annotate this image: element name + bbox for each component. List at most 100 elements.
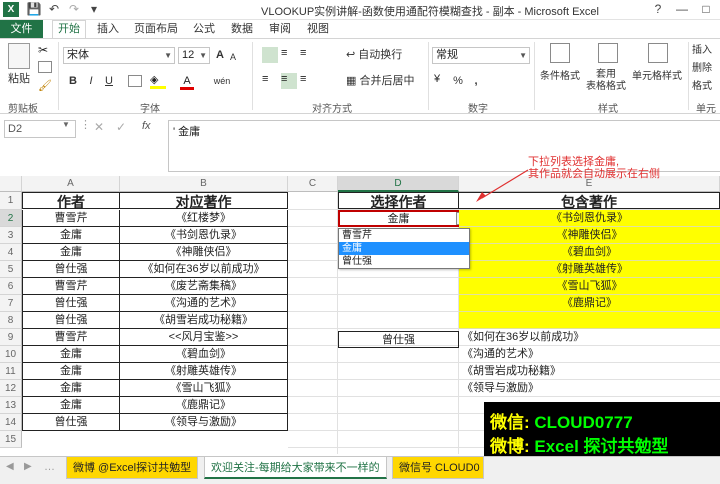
cell-author[interactable]: 曾仕强: [22, 414, 120, 431]
cell-work[interactable]: 《如何在36岁以前成功》: [120, 261, 288, 278]
sheet-tab-1[interactable]: 微博 @Excel探讨共勉型: [66, 457, 199, 479]
row-header[interactable]: 6: [0, 278, 22, 295]
conditional-format-button[interactable]: 条件格式: [538, 69, 582, 86]
cell-d2-author-select[interactable]: 金庸: [338, 210, 459, 227]
font-name-select[interactable]: 宋体 ▼: [63, 47, 175, 64]
cell-author[interactable]: 金庸: [22, 363, 120, 380]
format-cells-button[interactable]: 格式: [692, 79, 720, 96]
grow-font-button[interactable]: A: [214, 47, 226, 64]
cell-work[interactable]: 《射雕英雄传》: [120, 363, 288, 380]
cell-author[interactable]: 曹雪芹: [22, 210, 120, 227]
header-works[interactable]: 对应著作: [120, 192, 288, 209]
cell-result-highlighted[interactable]: 《碧血剑》: [459, 244, 720, 261]
border-icon[interactable]: [128, 75, 142, 87]
cell-result-highlighted[interactable]: 《神雕侠侣》: [459, 227, 720, 244]
format-painter-icon[interactable]: 🖌: [38, 79, 52, 92]
cell-result-highlighted[interactable]: 《鹿鼎记》: [459, 295, 720, 312]
paste-icon[interactable]: [8, 43, 30, 69]
cell-author[interactable]: 金庸: [22, 244, 120, 261]
comma-button[interactable]: ,: [470, 73, 482, 90]
cancel-icon[interactable]: ✕: [94, 120, 104, 134]
align-middle-icon[interactable]: ≡: [281, 47, 297, 63]
tab-insert[interactable]: 插入: [94, 20, 122, 38]
customize-toolbar-icon[interactable]: ▾: [86, 2, 102, 17]
row-header[interactable]: 15: [0, 431, 22, 448]
currency-icon[interactable]: ¥: [434, 73, 440, 85]
cell-d9-author[interactable]: 曾仕强: [338, 331, 459, 348]
italic-button[interactable]: I: [84, 73, 98, 90]
row-header[interactable]: 14: [0, 414, 22, 431]
cell-author[interactable]: 金庸: [22, 227, 120, 244]
cell-result[interactable]: 《领导与激励》: [462, 380, 539, 397]
align-left-icon[interactable]: ≡: [262, 73, 278, 89]
format-table-icon[interactable]: [598, 43, 618, 63]
dropdown-option[interactable]: 曾仕强: [339, 255, 469, 268]
paste-button[interactable]: 粘贴: [4, 71, 34, 88]
tab-data[interactable]: 数据: [228, 20, 256, 38]
cell-author[interactable]: 曹雪芹: [22, 278, 120, 295]
cell-work[interactable]: 《领导与激励》: [120, 414, 288, 431]
cell-work[interactable]: 《胡雪岩成功秘籍》: [120, 312, 288, 329]
row-header[interactable]: 1: [0, 192, 22, 210]
number-format-select[interactable]: 常规 ▼: [432, 47, 530, 64]
undo-icon[interactable]: ↶: [46, 2, 62, 17]
cell-result[interactable]: 《胡雪岩成功秘籍》: [462, 363, 561, 380]
shrink-font-button[interactable]: A: [228, 49, 238, 66]
cell-author[interactable]: 曹雪芹: [22, 329, 120, 346]
cell-work[interactable]: <<风月宝鉴>>: [120, 329, 288, 346]
sheet-tab-2[interactable]: 欢迎关注-每期给大家带来不一样的: [204, 457, 387, 479]
chevron-down-icon[interactable]: ▼: [62, 120, 70, 129]
insert-function-button[interactable]: fx: [142, 120, 151, 132]
column-header-c[interactable]: C: [288, 176, 338, 192]
dropdown-option[interactable]: 曹雪芹: [339, 229, 469, 242]
excel-icon[interactable]: X: [3, 2, 19, 17]
align-center-icon[interactable]: ≡: [281, 73, 297, 89]
cell-work[interactable]: 《沟通的艺术》: [120, 295, 288, 312]
align-right-icon[interactable]: ≡: [300, 73, 316, 89]
font-color-button[interactable]: A: [180, 73, 194, 90]
enter-icon[interactable]: ✓: [116, 120, 126, 134]
row-header[interactable]: 11: [0, 363, 22, 380]
cell-work[interactable]: 《鹿鼎记》: [120, 397, 288, 414]
conditional-format-icon[interactable]: [550, 43, 570, 63]
header-select-author[interactable]: 选择作者: [338, 192, 459, 209]
cell-work[interactable]: 《神雕侠侣》: [120, 244, 288, 261]
cell-work[interactable]: 《雪山飞狐》: [120, 380, 288, 397]
save-icon[interactable]: 💾: [26, 2, 42, 17]
maximize-button[interactable]: □: [698, 2, 714, 17]
delete-cells-button[interactable]: 删除: [692, 61, 720, 78]
row-header[interactable]: 5: [0, 261, 22, 278]
cell-author[interactable]: 曾仕强: [22, 312, 120, 329]
row-header[interactable]: 13: [0, 397, 22, 414]
select-all-corner[interactable]: [0, 176, 22, 192]
tab-view[interactable]: 视图: [304, 20, 332, 38]
phonetic-button[interactable]: wén: [212, 73, 232, 90]
scroll-left-icon[interactable]: ◀: [6, 461, 14, 472]
minimize-button[interactable]: —: [674, 2, 690, 17]
wrap-text-button[interactable]: ↩ 自动换行: [346, 47, 408, 64]
sheet-tab-3[interactable]: 微信号 CLOUD0: [392, 457, 484, 479]
percent-button[interactable]: %: [452, 73, 464, 90]
format-table-button[interactable]: 套用 表格格式: [584, 69, 628, 95]
cell-work[interactable]: 《碧血剑》: [120, 346, 288, 363]
row-header[interactable]: 8: [0, 312, 22, 329]
tab-formulas[interactable]: 公式: [190, 20, 218, 38]
insert-cells-button[interactable]: 插入: [692, 43, 720, 60]
cell-work[interactable]: 《废艺斋集稿》: [120, 278, 288, 295]
column-header-b[interactable]: B: [120, 176, 288, 192]
cut-icon[interactable]: ✂: [38, 43, 48, 57]
scroll-right-icon[interactable]: ▶: [24, 461, 32, 472]
cell-work[interactable]: 《书剑恩仇录》: [120, 227, 288, 244]
row-header[interactable]: 4: [0, 244, 22, 261]
header-author[interactable]: 作者: [22, 192, 120, 209]
underline-button[interactable]: U: [102, 73, 116, 90]
cell-result[interactable]: 《如何在36岁以前成功》: [462, 329, 584, 346]
cell-result[interactable]: 《沟通的艺术》: [462, 346, 539, 363]
author-dropdown-list[interactable]: 曹雪芹 金庸 曾仕强: [338, 228, 470, 269]
cell-styles-icon[interactable]: [648, 43, 668, 63]
redo-icon[interactable]: ↷: [66, 2, 82, 17]
cell-author[interactable]: 金庸: [22, 346, 120, 363]
tab-file[interactable]: 文件: [0, 20, 43, 38]
align-bottom-icon[interactable]: ≡: [300, 47, 316, 63]
cell-author[interactable]: 曾仕强: [22, 261, 120, 278]
